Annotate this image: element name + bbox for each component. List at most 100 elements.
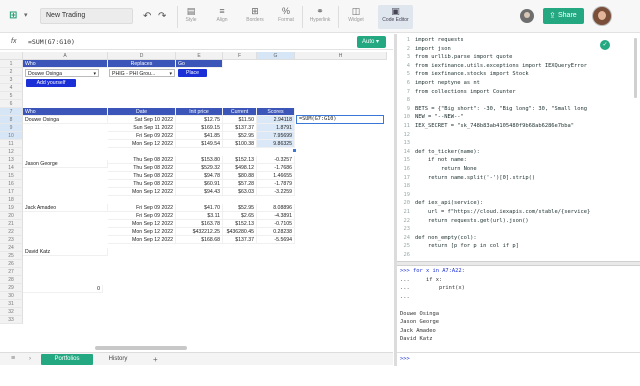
table-cell-date[interactable]: Mon Sep 12 2022	[108, 220, 176, 228]
table-cell-init[interactable]: $41.85	[176, 132, 223, 140]
place-button[interactable]: Place	[178, 69, 207, 77]
table-cell-init[interactable]: $41.70	[176, 204, 223, 212]
table-cell-score[interactable]: 2.94118	[257, 116, 295, 124]
person-name[interactable]: Jason George	[23, 160, 108, 168]
column-header-g[interactable]: G	[257, 52, 295, 60]
code-line[interactable]: 14 def to_ticker(name):	[397, 149, 640, 156]
code-line[interactable]: 19	[397, 192, 640, 199]
zero-value-cell[interactable]: 0	[23, 285, 103, 293]
cell-editor[interactable]: =SUM(G7:G10)	[296, 115, 384, 124]
table-cell-init[interactable]: $3.11	[176, 212, 223, 220]
code-scrollbar[interactable]	[634, 38, 637, 98]
row-header[interactable]: 2	[0, 68, 23, 76]
row-header[interactable]: 10	[0, 132, 23, 140]
code-line[interactable]: 7 from collections import Counter	[397, 89, 640, 96]
table-cell-init[interactable]: $94.43	[176, 188, 223, 196]
table-cell-score[interactable]: -0.3257	[257, 156, 295, 164]
row-header[interactable]: 8	[0, 116, 23, 124]
row-header[interactable]: 21	[0, 220, 23, 228]
code-line[interactable]: 25 return [p for p in col if p]	[397, 243, 640, 250]
row-header[interactable]: 31	[0, 300, 23, 308]
table-cell-current[interactable]: $11.50	[223, 116, 257, 124]
row-header[interactable]: 5	[0, 92, 23, 100]
row-header[interactable]: 12	[0, 148, 23, 156]
who-dropdown[interactable]: Douwe Osinga ▾	[25, 69, 99, 77]
row-header[interactable]: 30	[0, 292, 23, 300]
code-line[interactable]: 12	[397, 132, 640, 139]
row-header[interactable]: 11	[0, 140, 23, 148]
row-header[interactable]: 3	[0, 76, 23, 84]
row-header[interactable]: 19	[0, 204, 23, 212]
person-name[interactable]: Douwe Osinga	[23, 116, 108, 124]
table-cell-init[interactable]: $163.78	[176, 220, 223, 228]
row-header[interactable]: 17	[0, 188, 23, 196]
app-logo-icon[interactable]: ⊞	[9, 10, 23, 22]
code-line[interactable]: 11 IEX_SECRET = "sk_748b83ab4105480f9b68a…	[397, 123, 640, 130]
table-cell-init[interactable]: $168.68	[176, 236, 223, 244]
row-header[interactable]: 6	[0, 100, 23, 108]
tab-portfolios[interactable]: Portfolios	[41, 354, 93, 365]
console-input[interactable]: >>>	[397, 352, 640, 365]
table-cell-current[interactable]: $57.28	[223, 180, 257, 188]
row-header[interactable]: 28	[0, 276, 23, 284]
table-cell-score[interactable]: -5.5694	[257, 236, 295, 244]
row-header[interactable]: 14	[0, 164, 23, 172]
table-cell-date[interactable]: Thu Sep 08 2022	[108, 180, 176, 188]
table-cell-score[interactable]: 9.86325	[257, 140, 295, 148]
table-cell-date[interactable]: Thu Sep 08 2022	[108, 164, 176, 172]
code-line[interactable]: 15 if not name:	[397, 157, 640, 164]
table-cell-score[interactable]: -1.7879	[257, 180, 295, 188]
table-cell-init[interactable]: $153.80	[176, 156, 223, 164]
spreadsheet-grid[interactable]: A B C D E F G H Who Replaces Go Douwe Os…	[0, 52, 393, 352]
table-cell-date[interactable]: Mon Sep 12 2022	[108, 228, 176, 236]
code-line[interactable]: 10 NEW = "--NEW--"	[397, 114, 640, 121]
table-cell-current[interactable]: $100.38	[223, 140, 257, 148]
table-cell-score[interactable]: -4.3891	[257, 212, 295, 220]
code-line[interactable]: 13	[397, 140, 640, 147]
table-cell-current[interactable]: $137.37	[223, 236, 257, 244]
table-cell-current[interactable]: $436280.45	[223, 228, 257, 236]
row-header[interactable]: 26	[0, 260, 23, 268]
code-editor-button[interactable]: ▣ Code Editor	[378, 5, 413, 29]
table-cell-init[interactable]: $149.54	[176, 140, 223, 148]
code-line[interactable]: 22 return requests.get(url).json()	[397, 218, 640, 225]
horizontal-scrollbar[interactable]	[95, 346, 187, 350]
document-title[interactable]: New Trading	[40, 8, 133, 24]
row-header[interactable]: 4	[0, 84, 23, 92]
code-line[interactable]: 21 url = f"https://cloud.iexapis.com/sta…	[397, 209, 640, 216]
hyperlink-button[interactable]: ⚭ Hyperlink	[305, 5, 335, 29]
code-line[interactable]: 18	[397, 183, 640, 190]
table-cell-score[interactable]: 7.95699	[257, 132, 295, 140]
row-header[interactable]: 13	[0, 156, 23, 164]
code-line[interactable]: 5 from iexfinance.stocks import Stock	[397, 71, 640, 78]
code-line[interactable]: 4 from iexfinance.utils.exceptions import…	[397, 63, 640, 70]
row-header[interactable]: 27	[0, 268, 23, 276]
code-line[interactable]: 17 return name.split('-')[0].strip()	[397, 175, 640, 182]
formula-input[interactable]: =SUM(G7:G10)	[28, 38, 75, 46]
table-cell-init[interactable]: $94.78	[176, 172, 223, 180]
code-line[interactable]: 20 def iex_api(service):	[397, 200, 640, 207]
table-cell-date[interactable]: Mon Sep 12 2022	[108, 236, 176, 244]
style-button[interactable]: ▤ Style	[176, 5, 206, 29]
table-cell-current[interactable]: $2.65	[223, 212, 257, 220]
table-cell-score[interactable]: 1.8791	[257, 124, 295, 132]
row-header[interactable]: 23	[0, 236, 23, 244]
table-cell-date[interactable]: Fri Sep 09 2022	[108, 132, 176, 140]
row-header[interactable]: 1	[0, 60, 23, 68]
code-line[interactable]: 3 from urllib.parse import quote	[397, 54, 640, 61]
row-header[interactable]: 32	[0, 308, 23, 316]
table-cell-date[interactable]: Mon Sep 12 2022	[108, 188, 176, 196]
code-line[interactable]: 16 return None	[397, 166, 640, 173]
align-button[interactable]: ≡ Align	[207, 5, 237, 29]
table-cell-init[interactable]: $529.32	[176, 164, 223, 172]
row-header[interactable]: 9	[0, 124, 23, 132]
column-header-a[interactable]: A	[23, 52, 108, 60]
column-header-h[interactable]: H	[295, 52, 387, 60]
row-header[interactable]: 25	[0, 252, 23, 260]
column-header-d[interactable]: D	[108, 52, 176, 60]
collaborator-avatar[interactable]	[520, 9, 534, 23]
table-cell-score[interactable]: -1.7686	[257, 164, 295, 172]
table-cell-date[interactable]: Thu Sep 08 2022	[108, 172, 176, 180]
replaces-dropdown[interactable]: PHIG - PHI Grou... ▾	[109, 69, 175, 77]
table-cell-init[interactable]: $12.75	[176, 116, 223, 124]
